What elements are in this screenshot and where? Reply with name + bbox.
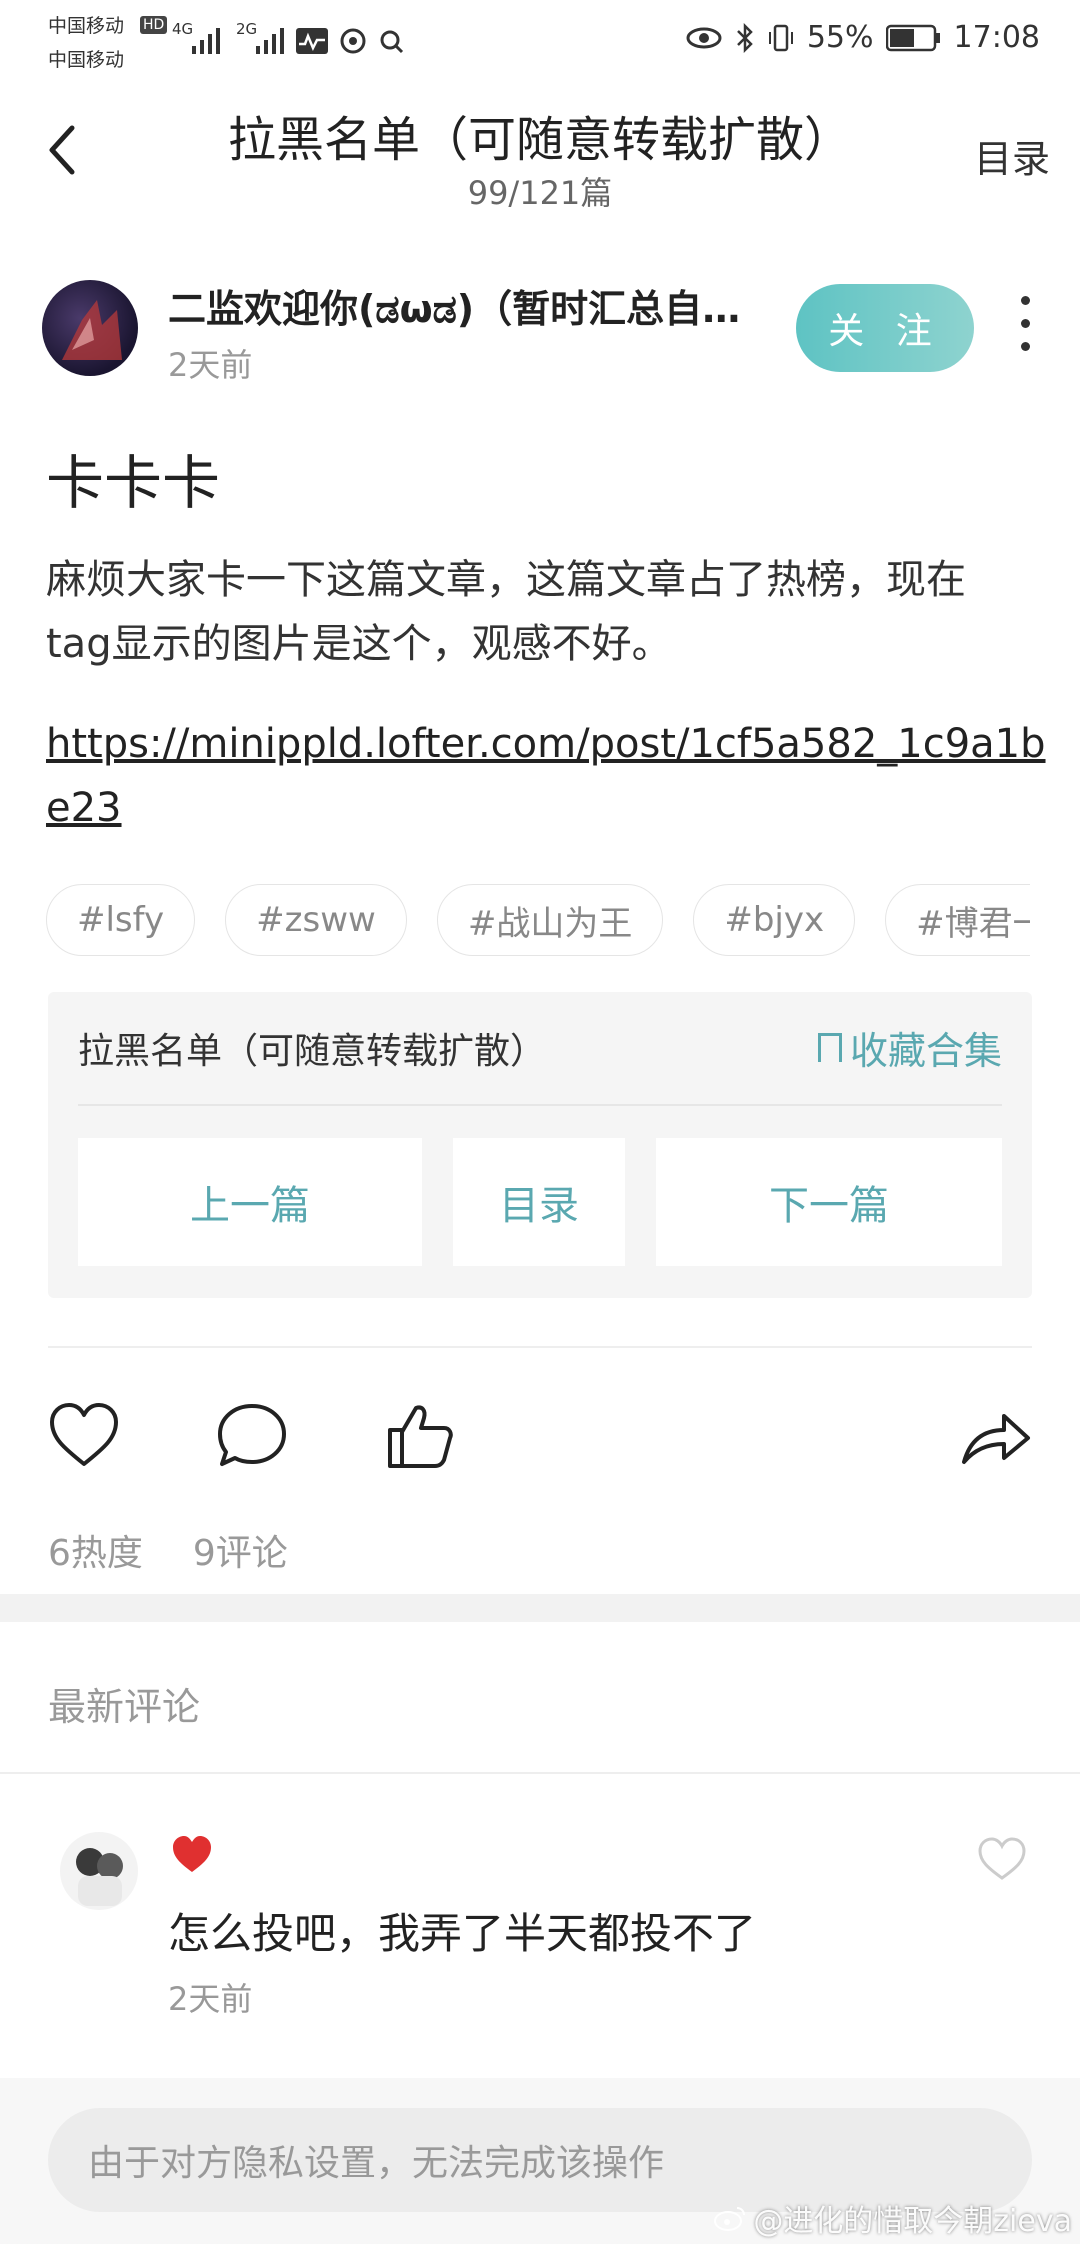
- prev-post-button[interactable]: 上一篇: [78, 1138, 422, 1266]
- eye-icon: [686, 27, 722, 48]
- favorite-collection-label: 收藏合集: [849, 1029, 1002, 1073]
- comment-like-icon[interactable]: [976, 1834, 1028, 1882]
- bookmark-icon: [817, 1033, 842, 1062]
- commenter-avatar[interactable]: [60, 1832, 138, 1910]
- next-post-button[interactable]: 下一篇: [656, 1138, 1002, 1266]
- battery-icon: [885, 24, 940, 51]
- post-link[interactable]: https://minippld.lofter.com/post/1cf5a58…: [46, 712, 1046, 840]
- favorite-collection-button[interactable]: 收藏合集: [817, 1020, 1002, 1075]
- follow-button[interactable]: 关 注: [796, 284, 974, 372]
- weibo-icon: [714, 2207, 746, 2231]
- comment-icon[interactable]: [212, 1396, 292, 1476]
- post-stats: 6热度 9评论: [48, 1524, 288, 1576]
- back-icon[interactable]: [44, 124, 80, 176]
- share-icon[interactable]: [956, 1396, 1036, 1476]
- hd-badge: HD: [140, 16, 168, 34]
- comment-count[interactable]: 9评论: [193, 1524, 288, 1576]
- avatar-image: [62, 300, 122, 360]
- toc-link[interactable]: 目录: [974, 128, 1050, 183]
- page-title: 拉黑名单（可随意转载扩散）: [227, 112, 852, 168]
- carrier-1: 中国移动: [48, 15, 125, 37]
- author-name[interactable]: 二监欢迎你(ಡωಡ)（暂时汇总自助站）: [168, 278, 758, 333]
- status-right: 55% 17:08: [685, 20, 1040, 55]
- status-bar: 中国移动 中国移动 HD 4G 2G 55% 17:08: [0, 0, 1080, 80]
- section-separator: [0, 1594, 1080, 1622]
- search-app-icon: [380, 30, 404, 54]
- signal-2-icon: [256, 28, 284, 54]
- latest-comments-heading: 最新评论: [48, 1685, 201, 1729]
- clock: 17:08: [953, 20, 1040, 55]
- tag-chip[interactable]: #zsww: [225, 884, 407, 956]
- post-body: 麻烦大家卡一下这篇文章，这篇文章占了热榜，现在tag显示的图片是这个，观感不好。: [46, 557, 966, 667]
- battery-percent: 55%: [806, 20, 874, 55]
- post-title: 卡卡卡: [46, 449, 221, 517]
- tag-chip[interactable]: #lsfy: [46, 884, 196, 956]
- heart-badge-icon: [173, 1836, 211, 1872]
- app-notify-icon: [340, 28, 366, 54]
- divider: [0, 1772, 1080, 1774]
- activity-icon: [296, 28, 328, 54]
- divider: [78, 1104, 1002, 1106]
- avatar-image: [76, 1848, 123, 1906]
- post-time: 2天前: [168, 346, 253, 384]
- tag-list: #lsfy #zsww #战山为王 #bjyx #博君一肖: [46, 884, 1030, 960]
- comment-time: 2天前: [168, 1980, 253, 2018]
- more-icon[interactable]: [1010, 296, 1040, 358]
- page-counter: 99/121篇: [467, 174, 613, 212]
- tag-chip[interactable]: #博君一肖: [885, 884, 1030, 956]
- tag-chip[interactable]: #战山为王: [436, 884, 664, 956]
- carrier-2: 中国移动: [48, 49, 125, 71]
- collection-title[interactable]: 拉黑名单（可随意转载扩散）: [78, 1022, 546, 1074]
- divider: [48, 1346, 1032, 1348]
- author-avatar[interactable]: [42, 280, 138, 376]
- signal-1-icon: [192, 28, 220, 54]
- bluetooth-icon: [736, 22, 753, 53]
- vibrate-icon: [768, 24, 793, 51]
- heat-count[interactable]: 6热度: [48, 1524, 143, 1576]
- thumbs-up-icon[interactable]: [380, 1396, 460, 1476]
- tag-chip[interactable]: #bjyx: [693, 884, 856, 956]
- collection-box: 拉黑名单（可随意转载扩散） 收藏合集 上一篇 目录 下一篇: [48, 992, 1032, 1298]
- like-icon[interactable]: [44, 1396, 124, 1476]
- watermark-text: @进化的惜取今朝zieva: [753, 2204, 1072, 2239]
- comment-text: 怎么投吧，我弄了半天都投不了: [168, 1909, 757, 1958]
- watermark: @进化的惜取今朝zieva: [713, 2196, 1072, 2240]
- toc-button[interactable]: 目录: [453, 1138, 625, 1266]
